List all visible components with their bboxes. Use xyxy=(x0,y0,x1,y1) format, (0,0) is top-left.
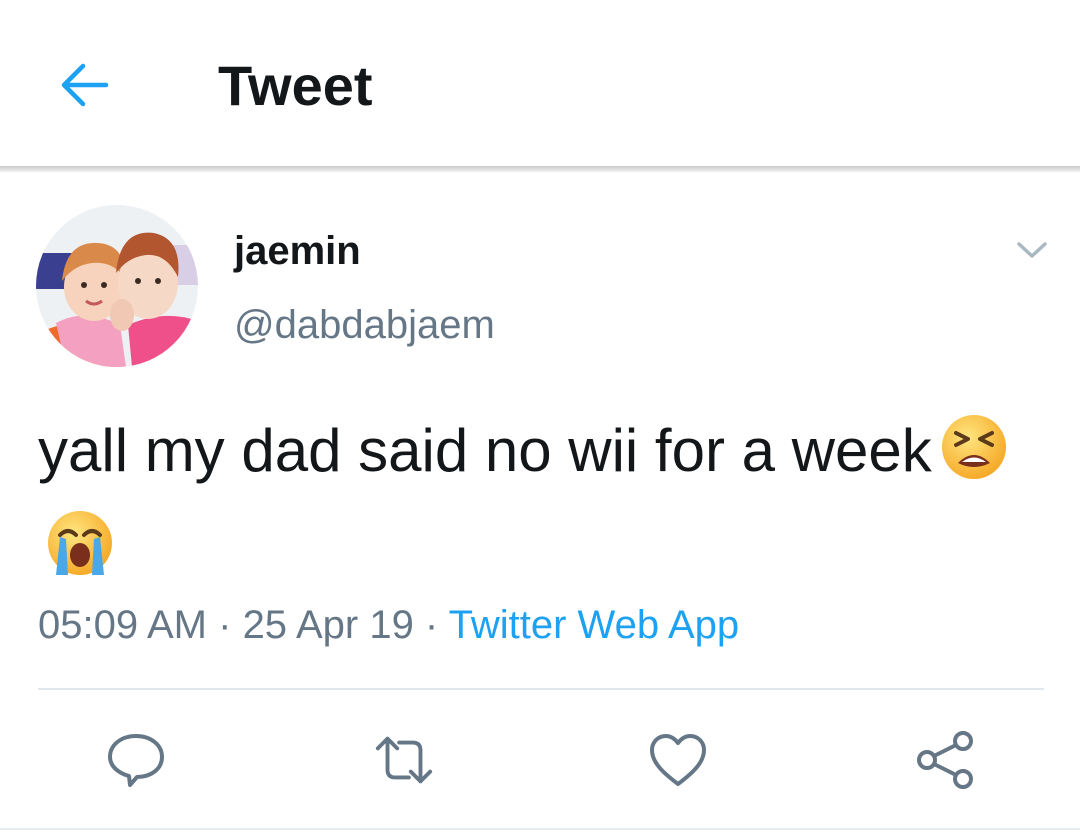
tweet-metadata: 05:09 AM · 25 Apr 19 · Twitter Web App xyxy=(38,600,739,650)
loudly-crying-face-emoji xyxy=(46,509,114,600)
arrow-left-icon xyxy=(61,63,109,107)
display-name[interactable]: jaemin xyxy=(234,228,361,274)
bottom-border xyxy=(0,828,1080,830)
meta-separator: · xyxy=(413,603,449,647)
retweet-button[interactable] xyxy=(372,728,436,792)
heart-icon xyxy=(650,734,706,786)
avatar-photo xyxy=(36,205,198,367)
share-button[interactable] xyxy=(914,728,978,792)
avatar[interactable] xyxy=(36,205,198,367)
retweet-icon xyxy=(375,736,433,784)
more-options-button[interactable] xyxy=(1010,232,1054,268)
page-title: Tweet xyxy=(218,54,373,117)
speech-bubble-icon xyxy=(108,734,164,787)
chevron-down-icon xyxy=(1017,242,1047,258)
reply-button[interactable] xyxy=(104,728,168,792)
like-button[interactable] xyxy=(646,728,710,792)
tweet-text-body: yall my dad said no wii for a week xyxy=(38,417,932,484)
share-icon xyxy=(917,731,973,789)
user-handle[interactable]: @dabdabjaem xyxy=(234,302,495,348)
header-shadow xyxy=(0,166,1080,172)
tweet-text: yall my dad said no wii for a week xyxy=(38,408,1038,600)
meta-separator: · xyxy=(207,603,243,647)
divider xyxy=(38,688,1044,690)
top-app-bar: Tweet xyxy=(0,0,1080,168)
tweet-date: 25 Apr 19 xyxy=(242,603,414,647)
back-button[interactable] xyxy=(54,57,114,113)
tweet-time: 05:09 AM xyxy=(38,603,208,647)
tweet-source-link[interactable]: Twitter Web App xyxy=(449,603,740,647)
tired-face-emoji xyxy=(940,413,1008,504)
